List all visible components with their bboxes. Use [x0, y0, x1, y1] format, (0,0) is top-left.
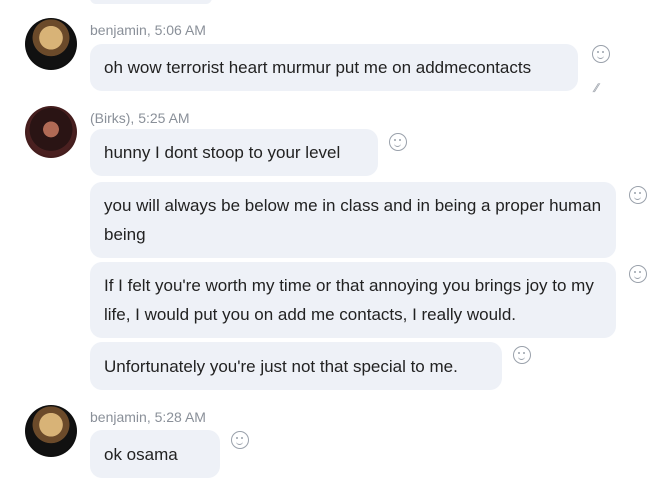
message-sender-time: benjamin, 5:06 AM — [90, 22, 206, 38]
message-sender-time: (Birks), 5:25 AM — [90, 110, 190, 126]
smiley-face-icon[interactable] — [231, 431, 249, 449]
message-text: Unfortunately you're just not that speci… — [104, 356, 458, 376]
smiley-face-icon[interactable] — [513, 346, 531, 364]
message-bubble[interactable]: ok osama — [90, 430, 220, 478]
smiley-face-icon[interactable] — [389, 133, 407, 151]
avatar[interactable] — [25, 106, 77, 158]
message-text: oh wow terrorist heart murmur put me on … — [104, 58, 532, 77]
smiley-face-icon[interactable] — [629, 186, 647, 204]
message-sender-time: benjamin, 5:28 AM — [90, 409, 206, 425]
message-text: hunny I dont stoop to your level — [104, 143, 341, 162]
smiley-face-icon[interactable] — [592, 45, 610, 63]
message-bubble[interactable]: If I felt you're worth my time or that a… — [90, 262, 616, 338]
avatar[interactable] — [25, 18, 77, 70]
message-bubble[interactable]: hunny I dont stoop to your level — [90, 129, 378, 176]
message-text: you will always be below me in class and… — [104, 196, 602, 244]
message-bubble[interactable]: you will always be below me in class and… — [90, 182, 616, 258]
message-bubble[interactable]: oh wow terrorist heart murmur put me on … — [90, 44, 578, 91]
message-bubble[interactable]: Unfortunately you're just not that speci… — [90, 342, 502, 390]
avatar[interactable] — [25, 405, 77, 457]
read-check-icon: // — [591, 81, 600, 95]
message-text: If I felt you're worth my time or that a… — [104, 276, 594, 324]
previous-message-bubble — [90, 0, 212, 4]
message-text: ok osama — [104, 444, 178, 464]
smiley-face-icon[interactable] — [629, 265, 647, 283]
